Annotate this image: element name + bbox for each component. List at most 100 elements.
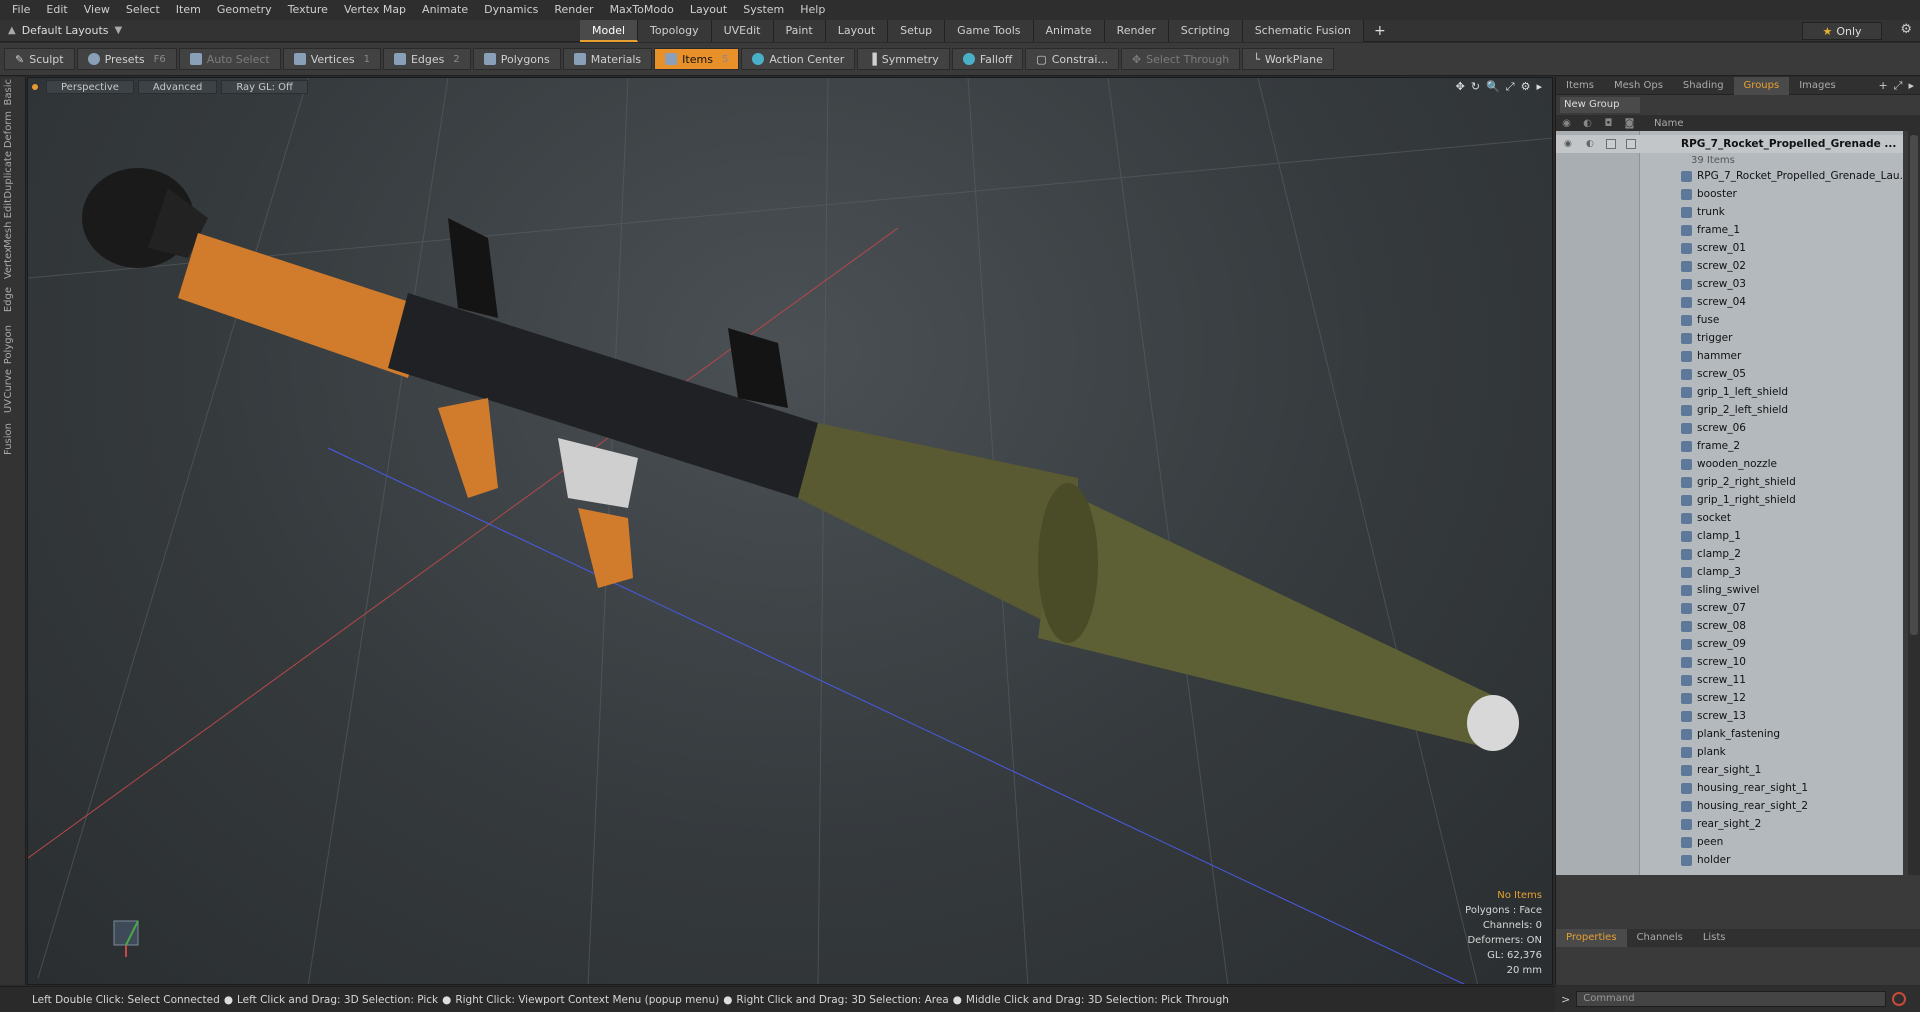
tab-game-tools[interactable]: Game Tools [945,19,1034,42]
left-tab-curve[interactable]: Curve [3,369,23,399]
bottom-tab-channels[interactable]: Channels [1627,929,1693,947]
list-item[interactable]: housing_rear_sight_1 [1556,779,1903,797]
sculpt-button[interactable]: ✎ Sculpt [4,48,75,70]
tab-animate[interactable]: Animate [1033,19,1105,42]
tab-render[interactable]: Render [1104,19,1169,42]
panel-tab-shading[interactable]: Shading [1673,77,1734,95]
zoom-view-icon[interactable]: 🔍 [1486,80,1500,94]
eye-icon[interactable]: ◉ [1564,139,1572,149]
command-input[interactable]: Command [1576,991,1887,1007]
menu-geometry[interactable]: Geometry [209,0,280,20]
list-item[interactable]: trigger [1556,329,1903,347]
menu-dynamics[interactable]: Dynamics [476,0,546,20]
viewport-more-icon[interactable]: ▸ [1536,80,1542,94]
3d-viewport[interactable]: Perspective Advanced Ray GL: Off ✥ ↻ 🔍 ⤢… [27,77,1553,985]
menu-system[interactable]: System [735,0,792,20]
panel-arrow-icon[interactable]: ▸ [1908,79,1914,93]
workplane-button[interactable]: └ WorkPlane [1242,48,1334,70]
menu-help[interactable]: Help [792,0,833,20]
tab-schematic-fusion[interactable]: Schematic Fusion [1242,19,1365,42]
tab-scripting[interactable]: Scripting [1168,19,1243,42]
list-item[interactable]: sling_swivel [1556,581,1903,599]
select-through-button[interactable]: ✥ Select Through [1120,48,1241,70]
list-item[interactable]: clamp_1 [1556,527,1903,545]
left-tab-vertex[interactable]: Vertex [3,247,23,279]
stop-icon[interactable] [1892,992,1907,1006]
left-tab-mesh-edit[interactable]: Mesh Edit [3,199,23,248]
presets-button[interactable]: Presets F6 [76,48,177,70]
layout-selector[interactable]: ▲ Default Layouts ▼ [0,24,580,37]
falloff-button[interactable]: Falloff [951,48,1024,70]
menu-layout[interactable]: Layout [682,0,735,20]
menu-animate[interactable]: Animate [414,0,476,20]
left-tab-basic[interactable]: Basic [3,79,23,105]
panel-tab-groups[interactable]: Groups [1733,76,1790,95]
list-item[interactable]: screw_02 [1556,257,1903,275]
list-item[interactable]: screw_05 [1556,365,1903,383]
list-item[interactable]: socket [1556,509,1903,527]
expand-panel-icon[interactable]: ⤢ [1894,79,1903,93]
menu-file[interactable]: File [4,0,38,20]
list-item[interactable]: screw_07 [1556,599,1903,617]
list-item[interactable]: frame_2 [1556,437,1903,455]
list-item[interactable]: screw_04 [1556,293,1903,311]
list-item[interactable]: peen [1556,833,1903,851]
tab-layout[interactable]: Layout [825,19,889,42]
rotate-view-icon[interactable]: ↻ [1471,80,1480,94]
list-item[interactable]: screw_10 [1556,653,1903,671]
list-item[interactable]: RPG_7_Rocket_Propelled_Grenade_Lau... [1556,167,1903,185]
left-tab-duplicate[interactable]: Duplicate [3,151,23,199]
tree-scrollbar[interactable] [1908,131,1920,875]
menu-edit[interactable]: Edit [38,0,75,20]
auto-select-button[interactable]: Auto Select [178,48,281,70]
list-item[interactable]: rear_sight_1 [1556,761,1903,779]
list-item[interactable]: screw_06 [1556,419,1903,437]
raygl-button[interactable]: Ray GL: Off [221,80,308,94]
maximize-view-icon[interactable]: ⤢ [1506,80,1515,94]
list-item[interactable]: plank_fastening [1556,725,1903,743]
left-tab-edge[interactable]: Edge [3,287,23,312]
viewport-settings-icon[interactable]: ⚙ [1521,80,1531,94]
view-type-button[interactable]: Perspective [46,80,134,94]
list-item[interactable]: screw_01 [1556,239,1903,257]
list-item[interactable]: holder [1556,851,1903,869]
bottom-tab-lists[interactable]: Lists [1693,929,1736,947]
list-item[interactable]: grip_2_left_shield [1556,401,1903,419]
list-item[interactable]: clamp_3 [1556,563,1903,581]
list-item[interactable]: screw_03 [1556,275,1903,293]
menu-render[interactable]: Render [546,0,601,20]
materials-button[interactable]: Materials [562,48,653,70]
scrollbar-thumb[interactable] [1910,135,1918,635]
left-tab-polygon[interactable]: Polygon [3,325,23,364]
vertices-button[interactable]: Vertices 1 [282,48,381,70]
tab-paint[interactable]: Paint [773,19,826,42]
tab-topology[interactable]: Topology [638,19,712,42]
list-item[interactable]: trunk [1556,203,1903,221]
add-tab-icon[interactable]: + [1364,23,1396,39]
list-item[interactable]: grip_1_left_shield [1556,383,1903,401]
panel-tab-items[interactable]: Items [1556,77,1604,95]
render-toggle-icon[interactable]: ◐ [1586,139,1594,149]
gear-icon[interactable]: ⚙ [1900,22,1912,37]
left-tab-fusion[interactable]: Fusion [3,423,23,455]
bottom-tab-properties[interactable]: Properties [1556,929,1627,947]
tab-uvedit[interactable]: UVEdit [711,19,774,42]
tab-setup[interactable]: Setup [888,19,946,42]
list-item[interactable]: rear_sight_2 [1556,815,1903,833]
list-item[interactable]: screw_13 [1556,707,1903,725]
shading-mode-button[interactable]: Advanced [137,80,218,94]
list-item[interactable]: housing_rear_sight_2 [1556,797,1903,815]
list-item[interactable]: frame_1 [1556,221,1903,239]
list-item[interactable]: fuse [1556,311,1903,329]
list-item[interactable]: screw_08 [1556,617,1903,635]
menu-texture[interactable]: Texture [280,0,336,20]
list-item[interactable]: screw_09 [1556,635,1903,653]
list-item[interactable]: booster [1556,185,1903,203]
lock-checkbox[interactable] [1606,139,1616,149]
list-item[interactable]: hammer [1556,347,1903,365]
menu-view[interactable]: View [76,0,118,20]
menu-item[interactable]: Item [168,0,209,20]
only-button[interactable]: ★ Only [1802,22,1882,40]
panel-tab-images[interactable]: Images [1789,77,1846,95]
menu-select[interactable]: Select [118,0,168,20]
